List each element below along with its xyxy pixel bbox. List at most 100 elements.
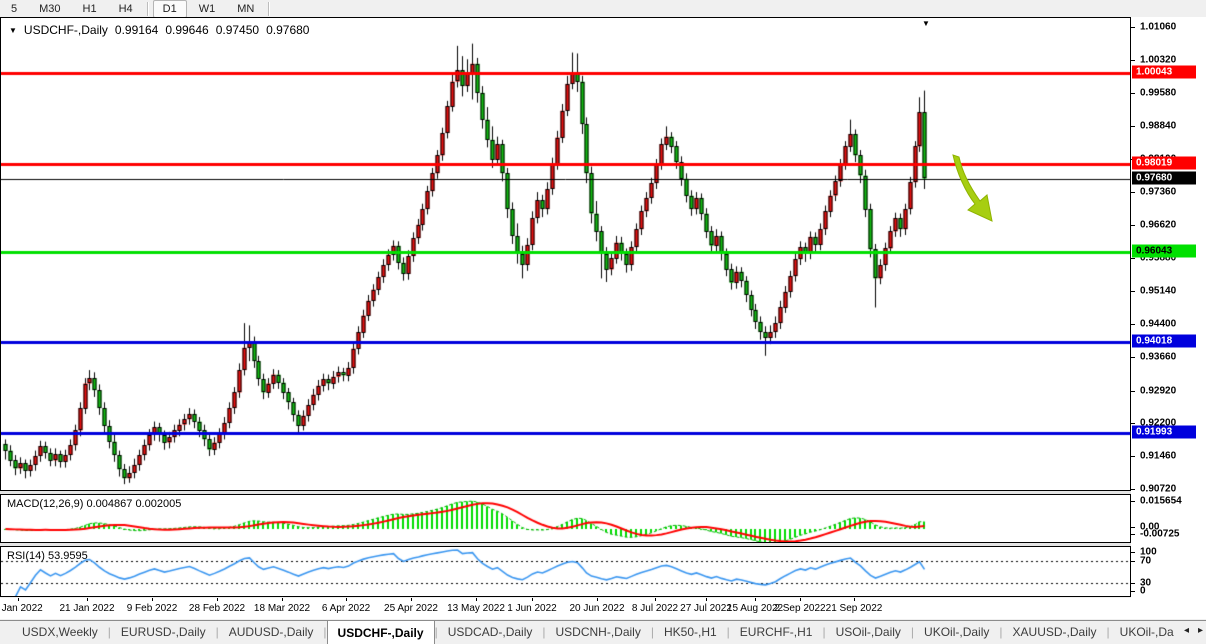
price-tick-label: 0.97360 [1140, 187, 1176, 198]
chart-tab-hk50-h1[interactable]: HK50-,H1 [654, 621, 727, 644]
chart-tab-eurusd-daily[interactable]: EURUSD-,Daily [111, 621, 216, 644]
chart-tab-xauusd-daily[interactable]: XAUUSD-,Daily [1003, 621, 1107, 644]
price-line-badge: 0.97680 [1132, 171, 1196, 184]
price-line-badge: 1.00043 [1132, 66, 1196, 79]
price-tick-label: 0.99580 [1140, 87, 1176, 98]
price-line-badge: 0.98019 [1132, 156, 1196, 169]
timeframe-button-m30[interactable]: M30 [29, 0, 70, 18]
timeframe-button-h1[interactable]: H1 [73, 0, 107, 18]
axis-tick-mark [1131, 552, 1135, 553]
axis-tick-mark [1131, 456, 1135, 457]
date-label: 13 May 2022 [447, 603, 505, 614]
price-tick-label: 0.91460 [1140, 450, 1176, 461]
date-label: 8 Jul 2022 [632, 603, 678, 614]
date-tick-mark [87, 598, 88, 601]
axis-tick-mark [1131, 489, 1135, 490]
date-label: 6 Apr 2022 [322, 603, 370, 614]
price-axis[interactable]: 1.010601.003200.995800.988400.981000.973… [1131, 17, 1206, 619]
chart-title: ▼ USDCHF-,Daily 0.99164 0.99646 0.97450 … [9, 23, 309, 37]
price-tick-label: 0.93660 [1140, 352, 1176, 363]
axis-tick-mark [1131, 534, 1135, 535]
ohlc-low: 0.97450 [216, 23, 259, 37]
price-tick-label: 0.92920 [1140, 385, 1176, 396]
down-arrow-annotation[interactable] [942, 151, 1012, 235]
date-tick-mark [217, 598, 218, 601]
axis-tick-mark [1131, 126, 1135, 127]
tab-scroll-left-icon[interactable]: ◂ [1184, 625, 1189, 636]
rsi-tick-label: 70 [1140, 556, 1151, 567]
timeframe-button-h4[interactable]: H4 [109, 0, 143, 18]
timeframe-button-mn[interactable]: MN [227, 0, 264, 18]
date-label: 21 Jan 2022 [59, 603, 114, 614]
chart-shift-marker-icon[interactable]: ▼ [922, 19, 930, 28]
date-label: 25 Apr 2022 [384, 603, 438, 614]
axis-tick-mark [1131, 60, 1135, 61]
rsi-label: RSI(14) 53.9595 [7, 550, 88, 562]
macd-indicator-panel[interactable]: MACD(12,26,9) 0.004867 0.002005 [0, 494, 1131, 543]
rsi-canvas[interactable] [1, 547, 1130, 596]
chart-tab-audusd-daily[interactable]: AUDUSD-,Daily [219, 621, 324, 644]
chart-tab-usdx-weekly[interactable]: USDX,Weekly [12, 621, 108, 644]
price-tick-label: 1.00320 [1140, 54, 1176, 65]
axis-tick-mark [1131, 561, 1135, 562]
ohlc-open: 0.99164 [115, 23, 158, 37]
axis-tick-mark [1131, 527, 1135, 528]
axis-tick-mark [1131, 591, 1135, 592]
date-tick-mark [152, 598, 153, 601]
chart-tab-usdchf-daily[interactable]: USDCHF-,Daily [327, 620, 435, 644]
timeframe-button-d1[interactable]: D1 [153, 0, 187, 18]
date-tick-mark [282, 598, 283, 601]
axis-tick-mark [1131, 225, 1135, 226]
price-tick-label: 0.98840 [1140, 120, 1176, 131]
chart-dropdown-icon[interactable]: ▼ [9, 26, 17, 35]
ohlc-high: 0.99646 [165, 23, 208, 37]
price-chart-panel[interactable]: ▼ USDCHF-,Daily 0.99164 0.99646 0.97450 … [0, 17, 1131, 491]
date-axis[interactable]: 3 Jan 2022 21 Jan 2022 9 Feb 2022 28 Feb 20… [0, 598, 1131, 619]
tab-scroll-arrows: ◂ ▸ [1184, 625, 1203, 636]
axis-tick-mark [1131, 501, 1135, 502]
date-label: 2 Sep 2022 [774, 603, 825, 614]
panel-splitter[interactable] [0, 491, 1206, 494]
price-tick-label: 0.96620 [1140, 220, 1176, 231]
date-tick-mark [755, 598, 756, 601]
date-label: 9 Feb 2022 [127, 603, 178, 614]
chart-tab-usdcad-daily[interactable]: USDCAD-,Daily [438, 621, 543, 644]
macd-tick-label: 0.015654 [1140, 496, 1182, 507]
date-label: 27 Jul 2022 [680, 603, 732, 614]
date-label: 1 Jun 2022 [507, 603, 557, 614]
chart-tab-bar: USDX,Weekly|EURUSD-,Daily|AUDUSD-,Daily|… [0, 620, 1206, 644]
toolbar-separator [268, 2, 270, 16]
timeframe-button-w1[interactable]: W1 [189, 0, 226, 18]
date-tick-mark [854, 598, 855, 601]
price-line-badge: 0.91993 [1132, 426, 1196, 439]
rsi-tick-label: 0 [1140, 586, 1146, 597]
price-tick-label: 1.01060 [1140, 21, 1176, 32]
timeframe-button-5[interactable]: 5 [1, 0, 27, 18]
date-tick-mark [346, 598, 347, 601]
date-tick-mark [706, 598, 707, 601]
date-tick-mark [597, 598, 598, 601]
chart-tab-ukoil-da[interactable]: UKOil-,Da [1110, 621, 1184, 644]
price-tick-label: 0.95140 [1140, 286, 1176, 297]
date-label: 3 Jan 2022 [0, 603, 43, 614]
rsi-indicator-panel[interactable]: RSI(14) 53.9595 [0, 546, 1131, 597]
tab-scroll-right-icon[interactable]: ▸ [1198, 625, 1203, 636]
chart-tab-ukoil-daily[interactable]: UKOil-,Daily [914, 621, 999, 644]
date-label: 28 Feb 2022 [189, 603, 245, 614]
panel-splitter[interactable] [0, 543, 1206, 546]
date-tick-mark [411, 598, 412, 601]
chart-tab-eurchf-h1[interactable]: EURCHF-,H1 [730, 621, 823, 644]
chart-symbol-label: USDCHF-,Daily [24, 23, 108, 37]
price-line-badge: 0.96043 [1132, 244, 1196, 257]
price-chart-canvas[interactable] [1, 18, 1130, 490]
date-tick-mark [655, 598, 656, 601]
macd-label: MACD(12,26,9) 0.004867 0.002005 [7, 498, 181, 510]
date-tick-mark [476, 598, 477, 601]
chart-tab-usdcnh-daily[interactable]: USDCNH-,Daily [546, 621, 651, 644]
price-tick-label: 0.94400 [1140, 319, 1176, 330]
axis-tick-mark [1131, 291, 1135, 292]
axis-tick-mark [1131, 357, 1135, 358]
axis-tick-mark [1131, 258, 1135, 259]
chart-tab-usoil-daily[interactable]: USOil-,Daily [826, 621, 911, 644]
ohlc-close: 0.97680 [266, 23, 309, 37]
